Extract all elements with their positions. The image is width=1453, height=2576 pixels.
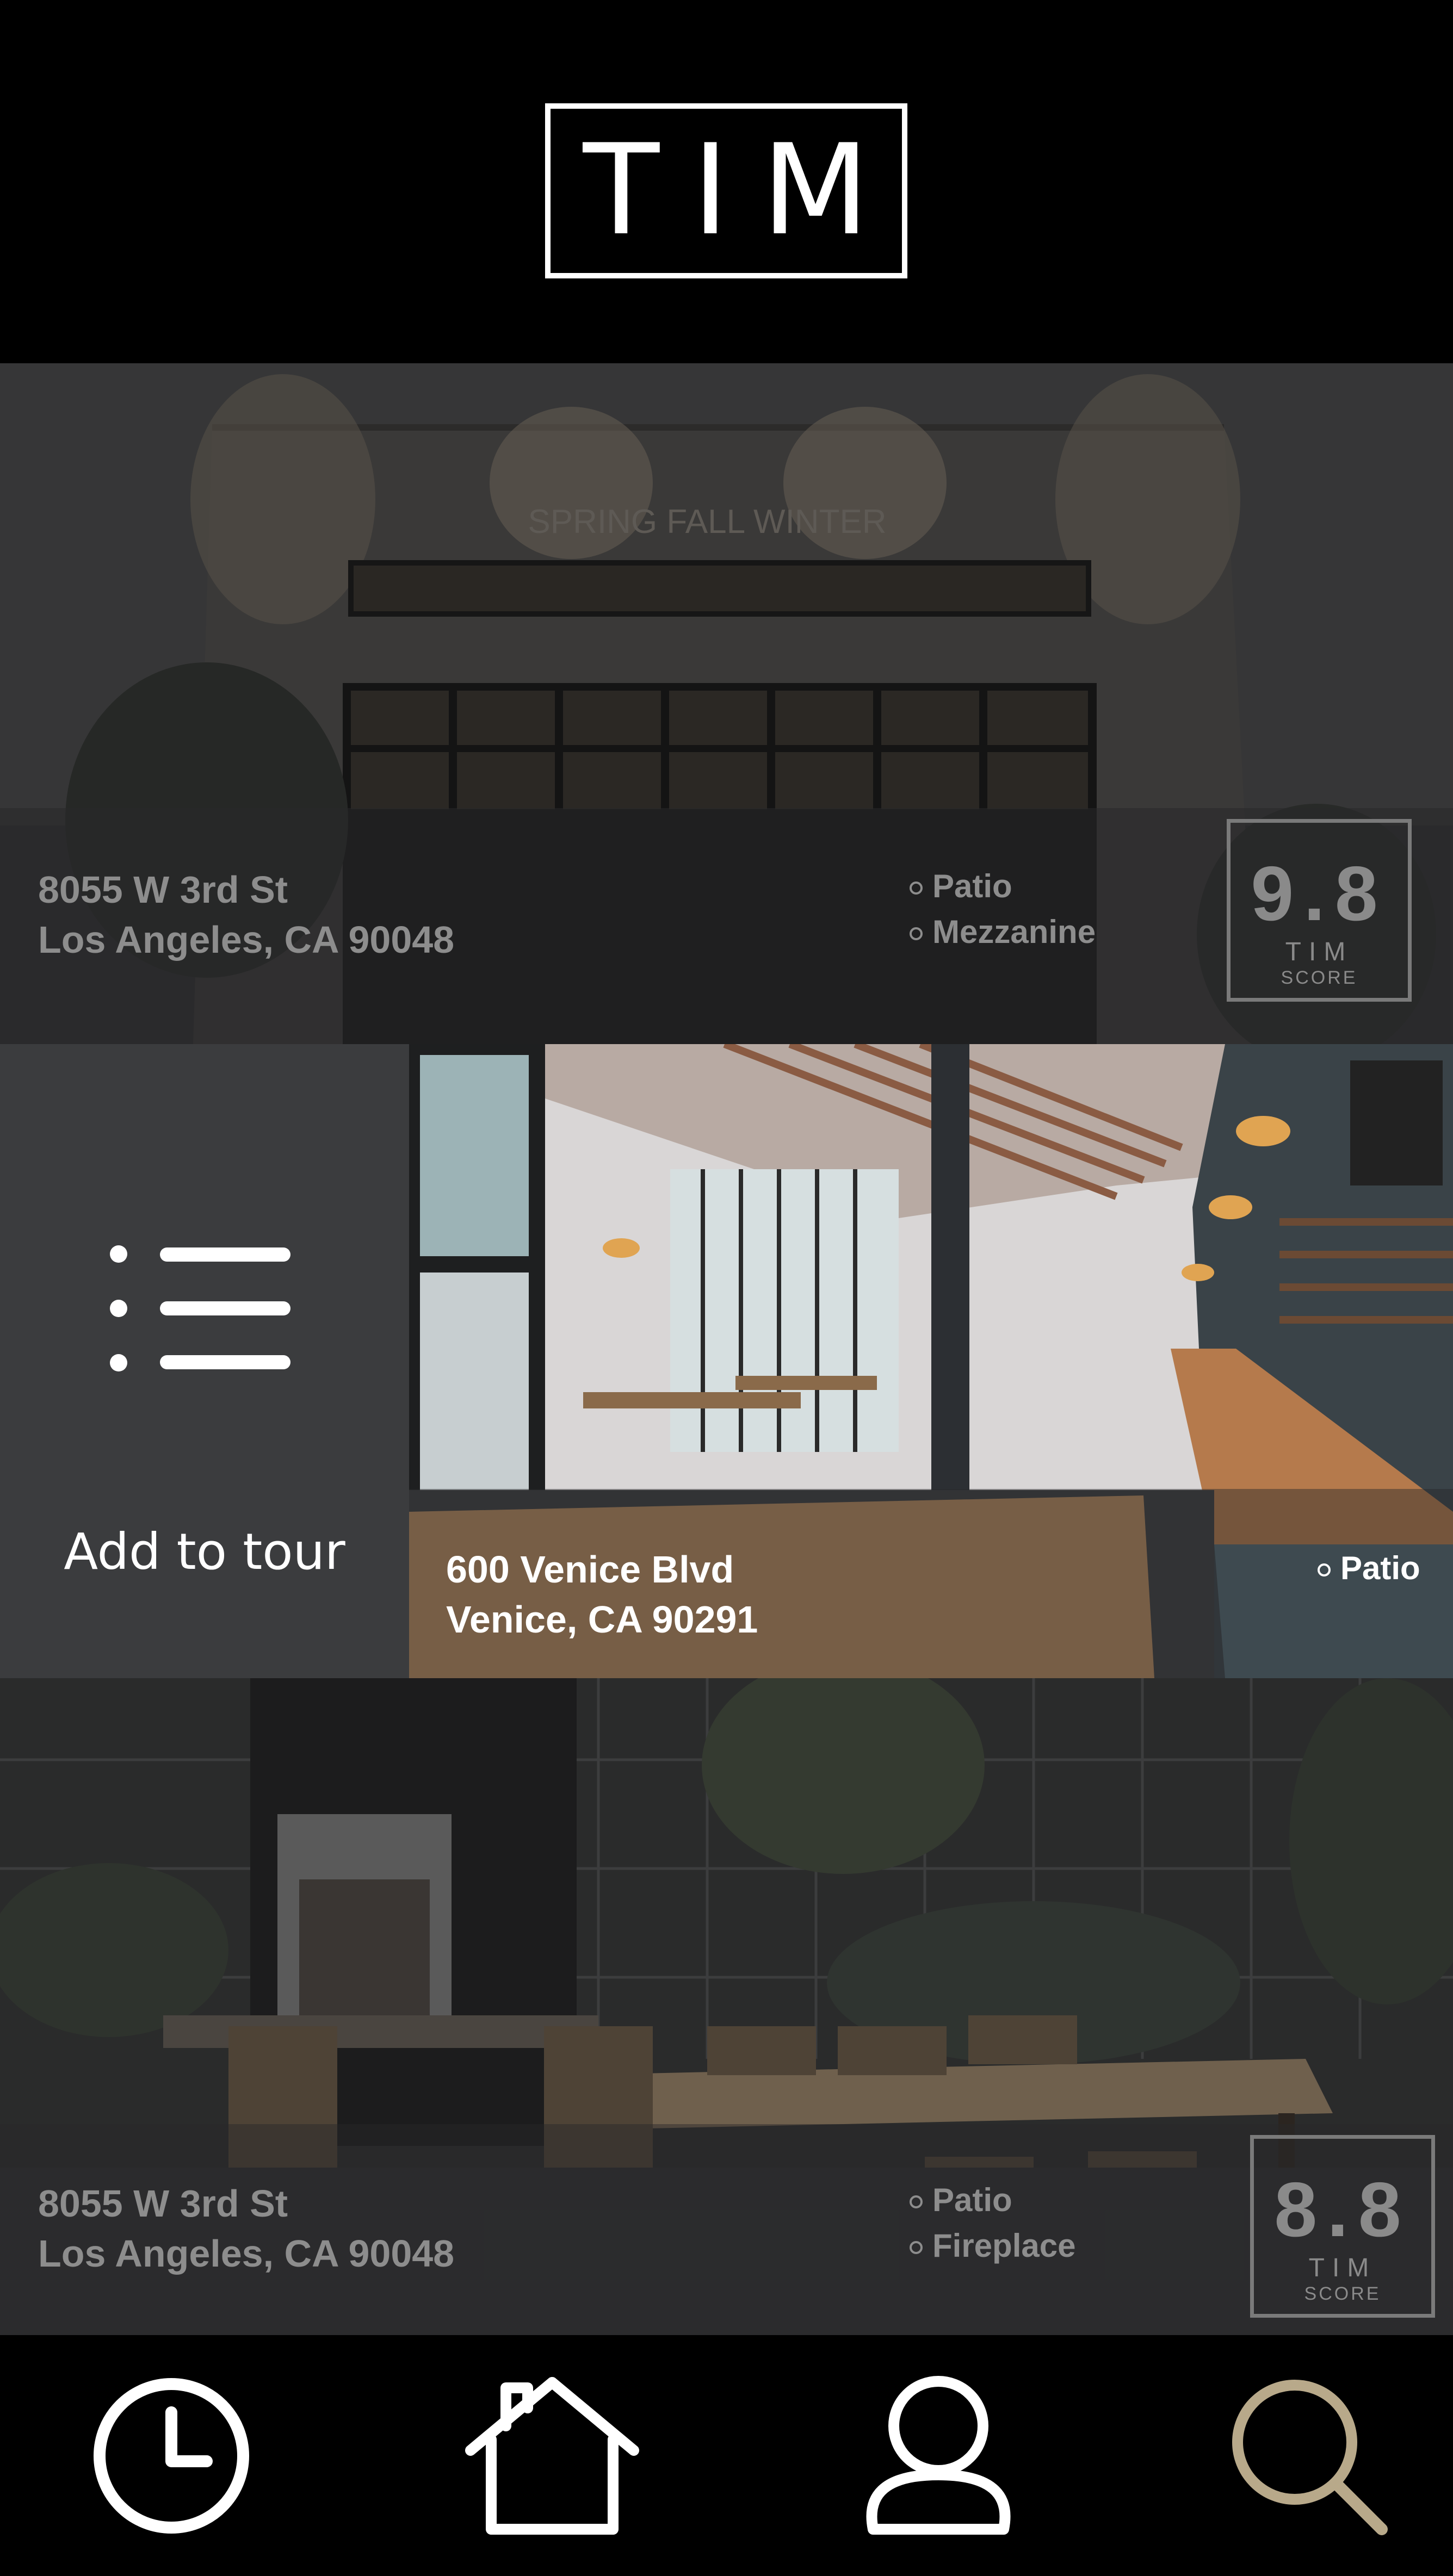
score-label: SCORE [1304, 2283, 1381, 2304]
clock-icon [94, 2378, 249, 2534]
tim-score-badge: 9.8 TIM SCORE [1227, 819, 1412, 1002]
feature-item: Fireplace [910, 2223, 1075, 2269]
score-value: 9.8 [1251, 851, 1388, 937]
listing-card-swiped[interactable]: Add to tour 600 Venice Blvd Venice, CA 9… [0, 1044, 1453, 1678]
score-brand: TIM [1308, 2254, 1377, 2282]
nav-profile[interactable] [838, 2335, 1039, 2576]
building-sign: SPRING FALL WINTER [528, 503, 886, 541]
search-icon [1232, 2379, 1388, 2535]
tim-logo[interactable]: TIM [545, 103, 907, 278]
address-line-1: 8055 W 3rd St [38, 868, 288, 911]
feature-item: Patio [910, 864, 1096, 909]
feature-list: Patio [1318, 1545, 1420, 1591]
address-line-2: Los Angeles, CA 90048 [38, 2232, 455, 2275]
address-line-1: 8055 W 3rd St [38, 2182, 288, 2225]
listing-address: 600 Venice Blvd Venice, CA 90291 [446, 1544, 758, 1644]
feature-item: Mezzanine [910, 909, 1096, 955]
nav-search[interactable] [1208, 2335, 1409, 2576]
feature-item: Patio [910, 2177, 1075, 2223]
bottom-nav [0, 2335, 1453, 2576]
add-to-tour-action[interactable]: Add to tour [0, 1044, 409, 1678]
listing-card[interactable]: 8055 W 3rd St Los Angeles, CA 90048 Pati… [0, 1678, 1453, 2335]
address-line-2: Los Angeles, CA 90048 [38, 918, 455, 961]
score-brand: TIM [1285, 938, 1353, 966]
feature-list: Patio Fireplace [910, 2177, 1075, 2269]
app-header: TIM [0, 0, 1453, 363]
add-to-tour-label: Add to tour [64, 1523, 345, 1581]
nav-history[interactable] [71, 2335, 272, 2576]
address-line-2: Venice, CA 90291 [446, 1598, 758, 1641]
user-icon [866, 2375, 1011, 2535]
score-value: 8.8 [1274, 2167, 1411, 2253]
feature-list: Patio Mezzanine [910, 864, 1096, 955]
listing-card[interactable]: SPRING FALL WINTER 8055 W 3rd St Los Ang… [0, 363, 1453, 1044]
score-label: SCORE [1281, 967, 1358, 988]
nav-home[interactable] [452, 2335, 653, 2576]
list-icon [110, 1245, 290, 1371]
listing-address: 8055 W 3rd St Los Angeles, CA 90048 [38, 2178, 454, 2279]
home-icon [465, 2376, 639, 2535]
address-line-1: 600 Venice Blvd [446, 1548, 734, 1591]
tim-score-badge: 8.8 TIM SCORE [1250, 2135, 1435, 2318]
feature-item: Patio [1318, 1545, 1420, 1591]
listing-address: 8055 W 3rd St Los Angeles, CA 90048 [38, 865, 454, 965]
